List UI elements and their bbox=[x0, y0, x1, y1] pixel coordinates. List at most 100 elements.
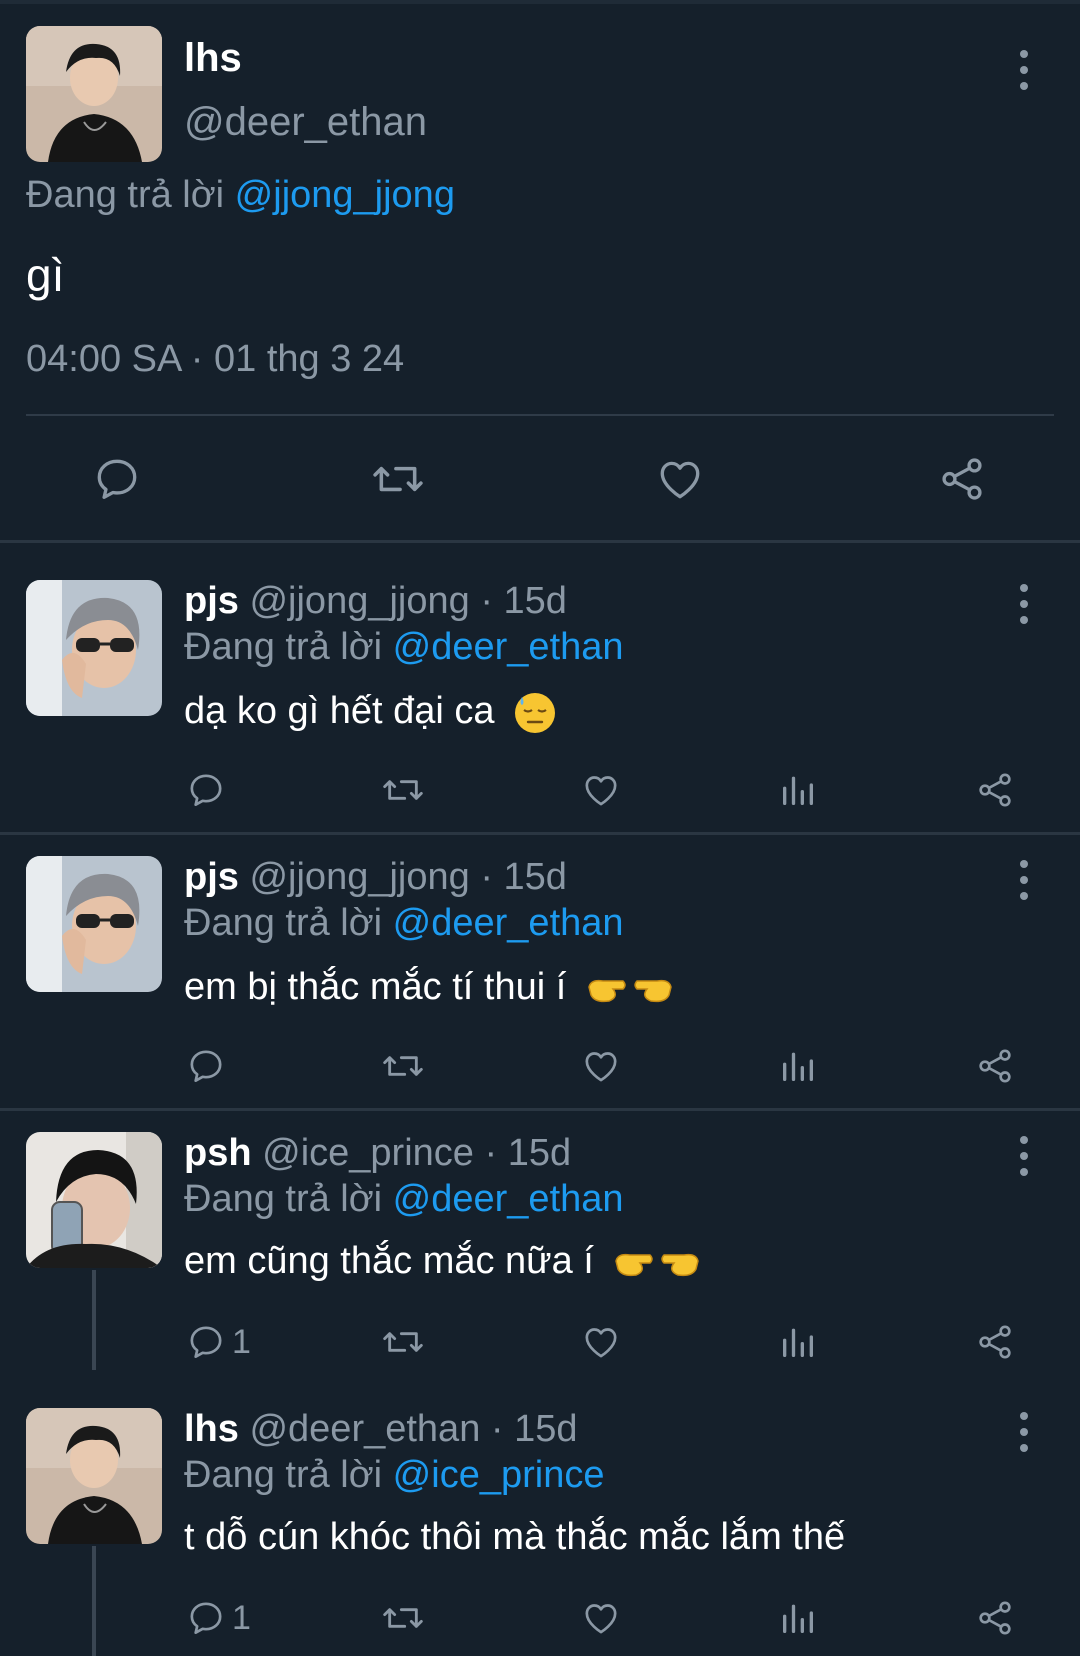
share-icon bbox=[942, 458, 982, 500]
share-icon bbox=[979, 1601, 1011, 1635]
replying-prefix: Đang trả lời bbox=[26, 174, 225, 216]
share-button[interactable] bbox=[974, 770, 1016, 810]
like-button[interactable] bbox=[580, 1598, 622, 1638]
reply-author-name[interactable]: psh bbox=[184, 1132, 252, 1174]
replying-prefix: Đang trả lời bbox=[184, 1454, 383, 1496]
section-separator bbox=[0, 1108, 1080, 1111]
replying-to-line: Đang trả lời @deer_ethan bbox=[184, 626, 624, 669]
section-separator bbox=[0, 540, 1080, 543]
avatar-psh[interactable] bbox=[26, 1132, 162, 1268]
pointing-fingers-icon bbox=[615, 1253, 700, 1277]
reply-author-name[interactable]: lhs bbox=[184, 1408, 239, 1450]
more-icon[interactable] bbox=[1018, 1412, 1030, 1452]
reply-header: pjs @jjong_jjong · 15d bbox=[184, 580, 567, 623]
reply-author-name[interactable]: pjs bbox=[184, 580, 239, 622]
reply-time: · 15d bbox=[480, 580, 567, 622]
like-icon bbox=[585, 776, 617, 806]
views-icon bbox=[783, 1052, 813, 1081]
share-button[interactable] bbox=[974, 1598, 1016, 1638]
top-border bbox=[0, 0, 1080, 4]
reply-author-handle[interactable]: @deer_ethan bbox=[249, 1408, 480, 1450]
like-icon bbox=[660, 461, 700, 499]
views-button[interactable] bbox=[778, 1046, 818, 1086]
reply-button[interactable] bbox=[186, 770, 232, 810]
replying-to-link[interactable]: @deer_ethan bbox=[393, 902, 624, 944]
reply-icon bbox=[190, 1326, 222, 1358]
retweet-button[interactable] bbox=[370, 454, 426, 504]
more-icon[interactable] bbox=[1018, 584, 1030, 624]
replying-to-link[interactable]: @deer_ethan bbox=[393, 626, 624, 668]
share-button[interactable] bbox=[974, 1046, 1016, 1086]
thread-connector bbox=[92, 1546, 96, 1656]
like-icon bbox=[585, 1328, 617, 1358]
reply-time: · 15d bbox=[484, 1132, 572, 1174]
replying-to-link[interactable]: @jjong_jjong bbox=[235, 174, 455, 216]
more-icon[interactable] bbox=[1018, 50, 1030, 90]
reply-icon bbox=[190, 1050, 222, 1082]
reply-text-row: dạ ko gì hết đại ca bbox=[184, 690, 557, 735]
share-icon bbox=[979, 1049, 1011, 1083]
share-icon bbox=[979, 773, 1011, 807]
reply-author-handle[interactable]: @jjong_jjong bbox=[249, 580, 469, 622]
main-author-name[interactable]: lhs bbox=[184, 36, 242, 81]
replying-to-link[interactable]: @deer_ethan bbox=[393, 1178, 624, 1220]
views-icon bbox=[783, 1604, 813, 1633]
replying-to-line: Đang trả lời @deer_ethan bbox=[184, 902, 624, 945]
replying-to-line: Đang trả lời @jjong_jjong bbox=[26, 174, 455, 217]
replying-prefix: Đang trả lời bbox=[184, 626, 383, 668]
reply-time: · 15d bbox=[480, 856, 567, 898]
reply-text: em bị thắc mắc tí thui í bbox=[184, 966, 567, 1008]
avatar-pjs[interactable] bbox=[26, 580, 162, 716]
reply-text-row: em bị thắc mắc tí thui í bbox=[184, 966, 675, 1011]
reply-header: psh @ice_prince · 15d bbox=[184, 1132, 571, 1175]
reply-count: 1 bbox=[232, 1598, 251, 1637]
retweet-icon bbox=[373, 466, 423, 492]
retweet-icon bbox=[383, 1608, 423, 1628]
reply-header: pjs @jjong_jjong · 15d bbox=[184, 856, 567, 899]
reply-button[interactable] bbox=[186, 1046, 232, 1086]
like-button[interactable] bbox=[654, 454, 706, 504]
more-icon[interactable] bbox=[1018, 1136, 1030, 1176]
thread-connector bbox=[92, 1270, 96, 1370]
replying-to-line: Đang trả lời @ice_prince bbox=[184, 1454, 604, 1497]
like-button[interactable] bbox=[580, 1046, 622, 1086]
reply-button[interactable] bbox=[92, 454, 142, 504]
reply-text-row: em cũng thắc mắc nữa í bbox=[184, 1240, 702, 1285]
like-button[interactable] bbox=[580, 770, 622, 810]
views-button[interactable] bbox=[778, 770, 818, 810]
reply-author-name[interactable]: pjs bbox=[184, 856, 239, 898]
main-author-handle[interactable]: @deer_ethan bbox=[184, 100, 427, 145]
share-icon bbox=[979, 1325, 1011, 1359]
divider bbox=[26, 414, 1054, 416]
retweet-icon bbox=[383, 780, 423, 800]
replying-prefix: Đang trả lời bbox=[184, 902, 383, 944]
views-icon bbox=[783, 1328, 813, 1357]
reply-icon bbox=[190, 1602, 222, 1634]
reply-button[interactable]: 1 bbox=[186, 1598, 251, 1638]
pointing-fingers-icon bbox=[588, 979, 672, 1003]
share-button[interactable] bbox=[936, 454, 988, 504]
more-icon[interactable] bbox=[1018, 860, 1030, 900]
main-tweet-timestamp: 04:00 SA · 01 thg 3 24 bbox=[26, 338, 405, 380]
section-separator bbox=[0, 832, 1080, 835]
retweet-icon bbox=[383, 1332, 423, 1352]
replying-to-line: Đang trả lời @deer_ethan bbox=[184, 1178, 624, 1221]
avatar-pjs[interactable] bbox=[26, 856, 162, 992]
retweet-button[interactable] bbox=[380, 770, 426, 810]
like-icon bbox=[585, 1604, 617, 1634]
share-button[interactable] bbox=[974, 1322, 1016, 1362]
like-icon bbox=[585, 1052, 617, 1082]
like-button[interactable] bbox=[580, 1322, 622, 1362]
replying-to-link[interactable]: @ice_prince bbox=[393, 1454, 605, 1496]
views-button[interactable] bbox=[778, 1322, 818, 1362]
avatar-lhs[interactable] bbox=[26, 1408, 162, 1544]
views-button[interactable] bbox=[778, 1598, 818, 1638]
retweet-button[interactable] bbox=[380, 1046, 426, 1086]
reply-author-handle[interactable]: @jjong_jjong bbox=[249, 856, 469, 898]
retweet-button[interactable] bbox=[380, 1598, 426, 1638]
main-tweet-text: gì bbox=[26, 249, 65, 301]
avatar-lhs[interactable] bbox=[26, 26, 162, 162]
retweet-button[interactable] bbox=[380, 1322, 426, 1362]
reply-author-handle[interactable]: @ice_prince bbox=[262, 1132, 474, 1174]
reply-button[interactable]: 1 bbox=[186, 1322, 251, 1362]
